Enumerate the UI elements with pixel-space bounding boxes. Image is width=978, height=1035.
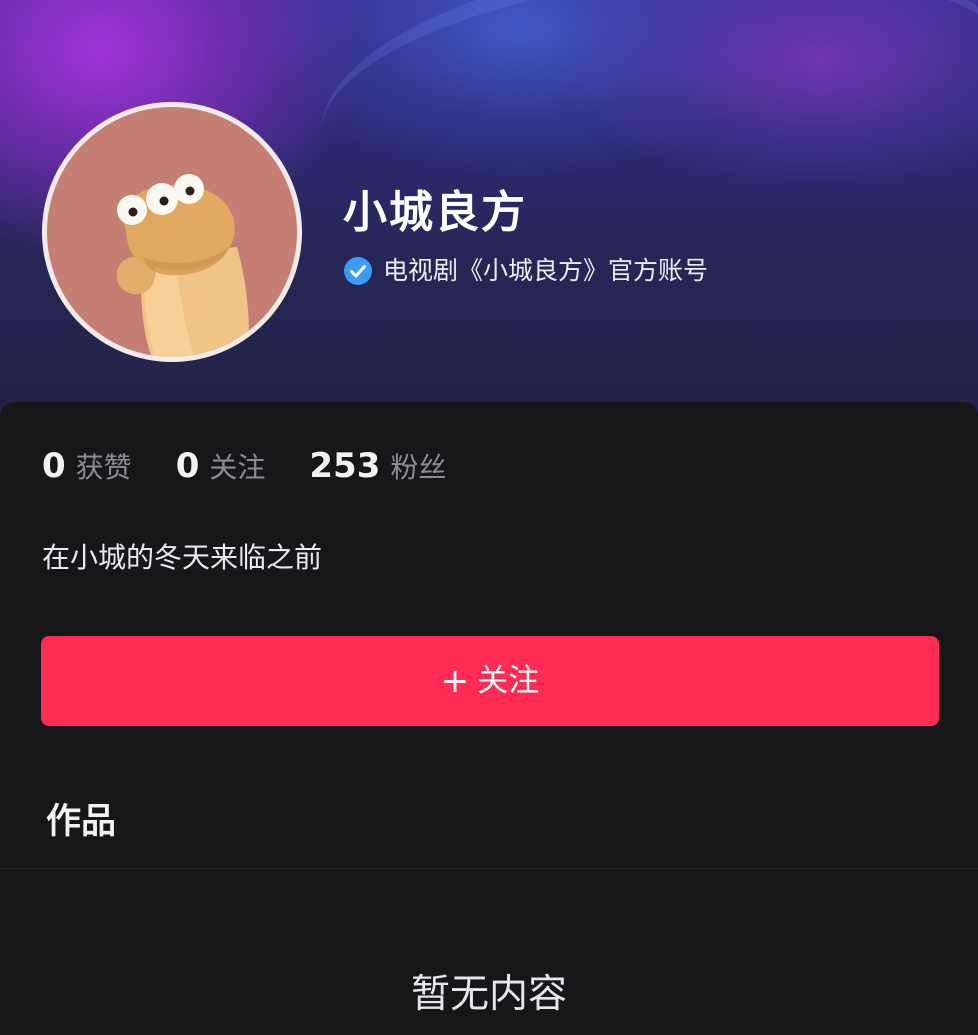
follow-button[interactable]: + 关注 (41, 636, 939, 726)
avatar-illustration (47, 107, 297, 357)
tab-divider (0, 868, 978, 869)
avatar[interactable] (42, 102, 302, 362)
stat-likes-label: 获赞 (75, 451, 132, 484)
profile-bio: 在小城的冬天来临之前 (42, 541, 323, 574)
tab-works[interactable]: 作品 (46, 800, 116, 844)
stat-followers[interactable]: 253 粉丝 (309, 446, 446, 486)
verification-row: 电视剧《小城良方》官方账号 (343, 253, 708, 289)
stat-following-label: 关注 (209, 451, 266, 484)
stat-following[interactable]: 0 关注 (176, 446, 266, 486)
profile-page: 小城良方 电视剧《小城良方》官方账号 0 获赞 0 关注 253 粉丝 在小城的… (0, 0, 978, 1035)
stat-likes-value: 0 (42, 446, 66, 486)
follow-button-label: 关注 (477, 662, 540, 699)
profile-card: 0 获赞 0 关注 253 粉丝 在小城的冬天来临之前 + 关注 作品 暂无内容 (0, 402, 978, 1035)
plus-icon: + (440, 661, 470, 701)
stat-following-value: 0 (175, 446, 200, 486)
stat-followers-label: 粉丝 (390, 451, 447, 484)
stat-likes[interactable]: 0 获赞 (42, 446, 132, 486)
profile-stats: 0 获赞 0 关注 253 粉丝 (42, 446, 490, 490)
empty-state-text: 暂无内容 (410, 972, 567, 1017)
verification-text: 电视剧《小城良方》官方账号 (383, 256, 709, 285)
stat-followers-value: 253 (309, 446, 381, 486)
verified-check-icon (343, 256, 373, 286)
profile-name: 小城良方 (343, 187, 527, 238)
